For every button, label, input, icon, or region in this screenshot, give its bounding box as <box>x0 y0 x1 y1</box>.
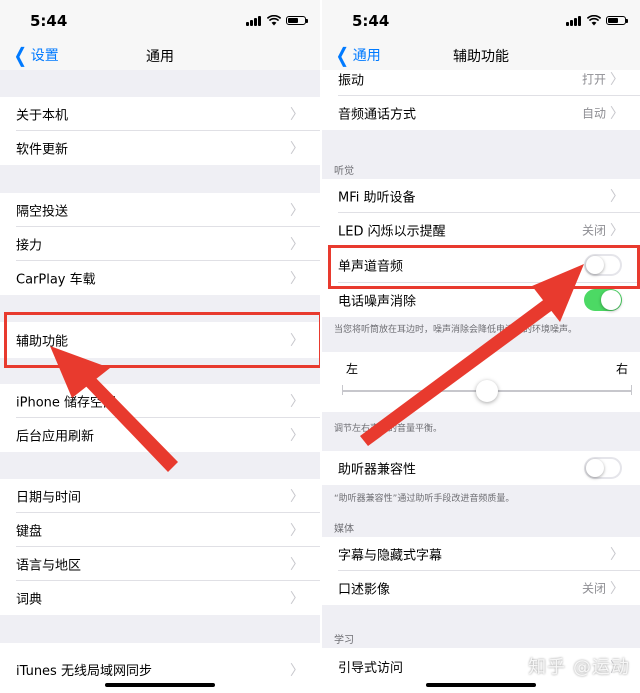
chevron-right-icon: 〉 <box>610 189 624 205</box>
chevron-right-icon: 〉 <box>290 394 304 410</box>
row-label: 软件更新 <box>16 142 69 158</box>
row-hearing-aid-compatibility: 助听器兼容性 <box>322 451 640 485</box>
row-label: 键盘 <box>16 524 43 540</box>
row-dictionary[interactable]: 词典 〉 <box>0 581 320 615</box>
row-label: 字幕与隐藏式字幕 <box>338 548 443 564</box>
row-label: iPhone 储存空间 <box>16 395 117 411</box>
row-label: iTunes 无线局域网同步 <box>16 664 152 679</box>
status-time: 5:44 <box>30 12 68 30</box>
signal-icon <box>246 15 262 26</box>
chevron-right-icon: 〉 <box>290 271 304 287</box>
chevron-right-icon: 〉 <box>290 557 304 573</box>
row-label: 助听器兼容性 <box>338 462 417 478</box>
status-icons <box>566 14 628 26</box>
status-bar: 5:44 <box>0 0 320 42</box>
status-bar: 5:44 <box>322 0 640 42</box>
wifi-icon <box>587 14 601 25</box>
row-led-flash[interactable]: LED 闪烁以示提醒 关闭〉 <box>322 213 640 247</box>
row-audio-descriptions[interactable]: 口述影像 关闭〉 <box>322 571 640 605</box>
row-value: 自动 <box>581 106 606 121</box>
chevron-right-icon: 〉 <box>290 107 304 123</box>
row-label: MFi 助听设备 <box>338 190 416 206</box>
noise-cancellation-toggle[interactable] <box>584 289 622 311</box>
row-label: 语言与地区 <box>16 558 82 574</box>
home-indicator <box>426 683 536 687</box>
row-label: 关于本机 <box>16 108 69 124</box>
row-label: 引导式访问 <box>338 661 404 676</box>
chevron-right-icon: 〉 <box>290 428 304 444</box>
row-date-time[interactable]: 日期与时间 〉 <box>0 479 320 513</box>
section-header-media: 媒体 <box>334 524 354 535</box>
watermark: 知乎 @运动 <box>528 657 630 678</box>
chevron-right-icon: 〉 <box>610 72 624 88</box>
row-value: 关闭 <box>581 581 606 596</box>
chevron-right-icon: 〉 <box>290 203 304 219</box>
row-software-update[interactable]: 软件更新 〉 <box>0 131 320 165</box>
section-header-hearing: 听觉 <box>334 166 354 177</box>
battery-icon <box>606 15 628 25</box>
highlight-box-accessibility <box>4 312 320 368</box>
nav-bar: ❮ 设置 通用 <box>0 42 320 70</box>
row-language-region[interactable]: 语言与地区 〉 <box>0 547 320 581</box>
chevron-right-icon: 〉 <box>610 547 624 563</box>
home-indicator <box>105 683 215 687</box>
row-call-audio-routing[interactable]: 音频通话方式 自动〉 <box>322 96 640 130</box>
section-header-learning: 学习 <box>334 635 354 646</box>
row-label: 音频通话方式 <box>338 107 417 123</box>
nav-bar: ❮ 通用 辅助功能 <box>322 42 640 70</box>
row-label: 振动 <box>338 73 365 89</box>
row-mfi-hearing-devices[interactable]: MFi 助听设备 〉 <box>322 179 640 213</box>
chevron-right-icon: 〉 <box>610 223 624 239</box>
chevron-right-icon: 〉 <box>290 489 304 505</box>
row-label: 电话噪声消除 <box>338 294 417 310</box>
balance-right-label: 右 <box>615 362 628 376</box>
wifi-icon <box>267 14 281 25</box>
row-value: 打开 <box>581 72 606 87</box>
chevron-right-icon: 〉 <box>290 591 304 607</box>
hearing-aid-compat-toggle[interactable] <box>584 457 622 479</box>
row-label: 接力 <box>16 238 43 254</box>
row-label: 隔空投送 <box>16 204 69 220</box>
row-background-refresh[interactable]: 后台应用刷新 〉 <box>0 418 320 452</box>
page-title: 辅助功能 <box>453 49 509 65</box>
row-carplay[interactable]: CarPlay 车载 〉 <box>0 261 320 295</box>
row-iphone-storage[interactable]: iPhone 储存空间 〉 <box>0 384 320 418</box>
row-label: 日期与时间 <box>16 490 82 506</box>
chevron-right-icon: 〉 <box>610 106 624 122</box>
signal-icon <box>566 15 582 26</box>
chevron-right-icon: 〉 <box>290 237 304 253</box>
balance-left-label: 左 <box>346 362 359 376</box>
chevron-right-icon: 〉 <box>290 141 304 157</box>
balance-slider-thumb[interactable] <box>476 380 498 402</box>
row-label: 口述影像 <box>338 582 391 598</box>
chevron-right-icon: 〉 <box>290 523 304 539</box>
row-label: CarPlay 车载 <box>16 272 96 288</box>
row-label: 词典 <box>16 592 43 608</box>
page-title: 通用 <box>146 49 174 65</box>
row-keyboard[interactable]: 键盘 〉 <box>0 513 320 547</box>
row-label: LED 闪烁以示提醒 <box>338 224 446 240</box>
accessibility-settings-screen: 5:44 振动 打开〉 音频通话方式 自动〉 ❮ 通用 辅助功能 听觉 MFi 助听设… <box>322 0 640 693</box>
highlight-box-mono-audio <box>328 245 640 289</box>
chevron-right-icon: 〉 <box>610 581 624 597</box>
chevron-right-icon: 〉 <box>290 663 304 679</box>
row-handoff[interactable]: 接力 〉 <box>0 227 320 261</box>
slider-tick <box>631 385 632 395</box>
row-about[interactable]: 关于本机 〉 <box>0 97 320 131</box>
row-label: 后台应用刷新 <box>16 429 95 445</box>
row-subtitles-captions[interactable]: 字幕与隐藏式字幕 〉 <box>322 537 640 571</box>
hearing-aid-compat-note: “助听器兼容性”通过助听手段改进音频质量。 <box>334 494 515 504</box>
status-time: 5:44 <box>352 12 390 30</box>
battery-icon <box>286 15 308 25</box>
noise-cancellation-note: 当您将听筒放在耳边时，噪声消除会降低电话中的环境噪声。 <box>334 325 578 335</box>
status-icons <box>246 14 308 26</box>
general-settings-screen: 5:44 ❮ 设置 通用 关于本机〉 软件更新〉 隔空投送〉 接力〉 CarPla… <box>0 0 320 693</box>
row-value: 关闭 <box>581 223 606 238</box>
slider-tick <box>342 385 343 395</box>
balance-slider-row: 左 右 <box>322 352 640 412</box>
balance-note: 调节左右声道的音量平衡。 <box>334 424 443 434</box>
row-airdrop[interactable]: 隔空投送 〉 <box>0 193 320 227</box>
